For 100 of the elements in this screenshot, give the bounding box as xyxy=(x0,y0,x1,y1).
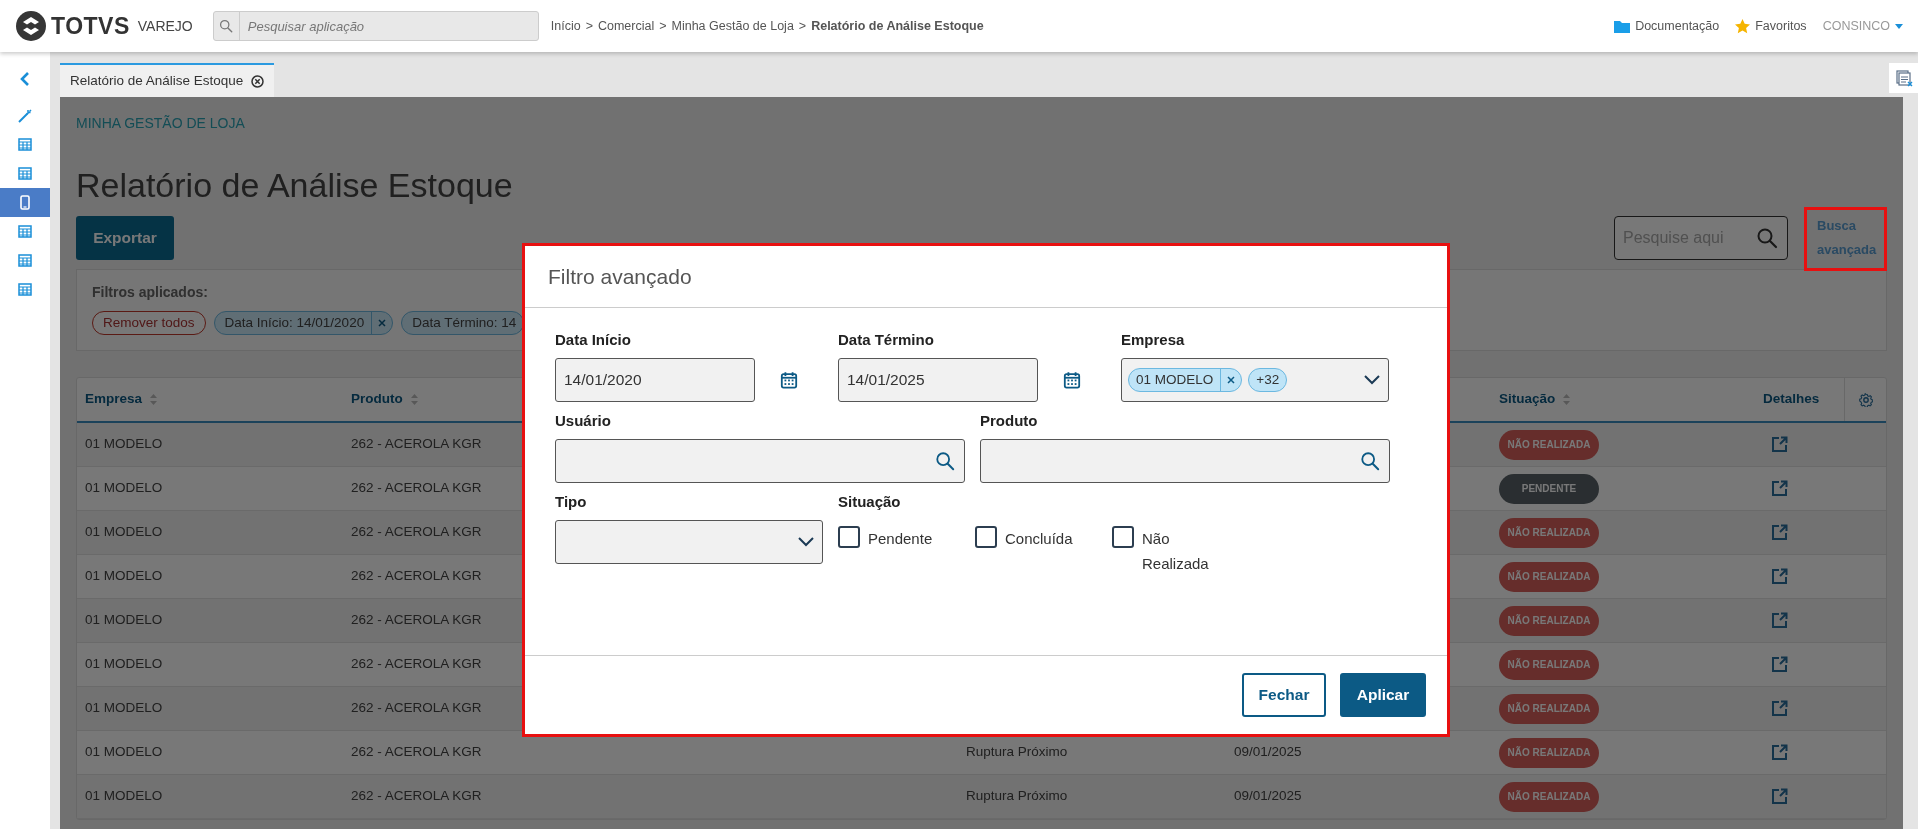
table-cell-text: 01 MODELO xyxy=(85,523,163,542)
table-cell-text: 01 MODELO xyxy=(85,479,163,498)
page-title: Relatório de Análise Estoque xyxy=(76,168,514,202)
search-field[interactable] xyxy=(980,439,1390,483)
external-link-icon[interactable] xyxy=(1771,480,1788,497)
field-label: Tipo xyxy=(555,493,588,511)
section-label: MINHA GESTÃO DE LOJA xyxy=(76,114,246,133)
external-link-icon[interactable] xyxy=(1771,788,1788,805)
apply-button[interactable]: Aplicar xyxy=(1340,673,1426,717)
table-cell-text: 01 MODELO xyxy=(85,655,163,674)
chevron-down-icon[interactable] xyxy=(1364,375,1380,385)
settings-icon[interactable] xyxy=(1858,392,1873,407)
table-icon[interactable] xyxy=(18,225,32,238)
sort-icon[interactable] xyxy=(410,394,418,405)
breadcrumb-separator: > xyxy=(585,17,593,35)
date-field[interactable]: 14/01/2020 xyxy=(555,358,755,402)
table-cell-text: 01 MODELO xyxy=(85,611,163,630)
table-cell-text: Ruptura Próximo xyxy=(966,787,1068,806)
checkbox-label[interactable]: Pendente xyxy=(868,526,933,551)
dialog-title: Filtro avançado xyxy=(525,246,1447,308)
documentation-link[interactable]: Documentação xyxy=(1614,16,1720,36)
field-label: Data Término xyxy=(838,331,935,349)
checkbox[interactable] xyxy=(975,526,997,548)
brand-name: TOTVS xyxy=(51,11,130,41)
table-cell-text: 262 - ACEROLA KGR xyxy=(351,787,482,806)
search-icon xyxy=(219,19,234,33)
sort-icon[interactable] xyxy=(1563,394,1571,405)
calendar-icon[interactable] xyxy=(780,371,798,389)
checkbox-label[interactable]: Concluída xyxy=(1005,526,1073,551)
close-icon[interactable] xyxy=(1227,376,1236,384)
selected-chip[interactable]: 01 MODELO xyxy=(1128,367,1243,393)
table-icon[interactable] xyxy=(18,254,32,267)
external-link-icon[interactable] xyxy=(1771,568,1788,585)
field-label: Empresa xyxy=(1121,331,1186,349)
table-cell-text: 262 - ACEROLA KGR xyxy=(351,743,482,762)
external-link-icon[interactable] xyxy=(1771,436,1788,453)
status-pill: NÃO REALIZADA xyxy=(1499,517,1599,548)
search-field[interactable] xyxy=(555,439,965,483)
logo-icon[interactable] xyxy=(15,10,47,42)
app-search-field[interactable]: Pesquisar aplicação xyxy=(212,11,539,41)
status-pill: PENDENTE xyxy=(1499,473,1599,504)
search-icon xyxy=(935,451,955,471)
checkbox[interactable] xyxy=(1112,526,1134,548)
checkbox-label[interactable]: Não Realizada xyxy=(1142,526,1224,576)
table-cell-text: 262 - ACEROLA KGR xyxy=(351,479,482,498)
status-pill: NÃO REALIZADA xyxy=(1499,561,1599,592)
table-cell-text: 01 MODELO xyxy=(85,743,163,762)
table-cell-text: 262 - ACEROLA KGR xyxy=(351,523,482,542)
table-cell-text: 01 MODELO xyxy=(85,435,163,454)
search-icon xyxy=(1756,227,1778,249)
table-cell-text: 01 MODELO xyxy=(85,787,163,806)
table-icon[interactable] xyxy=(18,167,32,180)
table-cell-text: Ruptura Próximo xyxy=(966,743,1068,762)
back-icon[interactable] xyxy=(20,71,30,86)
caret-icon xyxy=(1895,23,1903,29)
star-icon xyxy=(1735,18,1751,34)
field-label: Produto xyxy=(980,412,1039,430)
sort-icon[interactable] xyxy=(150,394,158,405)
chevron-down-icon[interactable] xyxy=(798,537,814,547)
table-cell-text: 01 MODELO xyxy=(85,567,163,586)
breadcrumb-item[interactable]: Início xyxy=(550,16,581,36)
table-cell-text: 262 - ACEROLA KGR xyxy=(351,567,482,586)
breadcrumb-item: Relatório de Análise Estoque xyxy=(811,17,984,35)
field-label: Usuário xyxy=(555,412,612,430)
calendar-icon[interactable] xyxy=(1063,371,1081,389)
tab[interactable]: Relatório de Análise Estoque xyxy=(60,63,275,97)
table-cell-text: 09/01/2025 xyxy=(1234,787,1302,806)
external-link-icon[interactable] xyxy=(1771,612,1788,629)
table-cell-text: 262 - ACEROLA KGR xyxy=(351,435,482,454)
table-icon[interactable] xyxy=(18,283,32,296)
search-icon xyxy=(1360,451,1380,471)
breadcrumb-separator: > xyxy=(798,17,807,35)
breadcrumb-item[interactable]: Minha Gestão de Loja xyxy=(671,16,794,36)
external-link-icon[interactable] xyxy=(1771,700,1788,717)
close-icon[interactable] xyxy=(251,74,265,88)
table-icon[interactable] xyxy=(18,138,32,151)
table-cell-text: 262 - ACEROLA KGR xyxy=(351,699,482,718)
close-button[interactable]: Fechar xyxy=(1242,673,1326,717)
sidebar-item[interactable] xyxy=(0,188,50,217)
filters-label: Filtros aplicados: xyxy=(92,283,209,302)
folder-icon xyxy=(1614,19,1631,33)
selected-chip[interactable]: +32 xyxy=(1248,367,1288,393)
table-cell-text: 09/01/2025 xyxy=(1234,743,1302,762)
external-link-icon[interactable] xyxy=(1771,744,1788,761)
brand-subtitle: VAREJO xyxy=(137,16,193,36)
type-select[interactable] xyxy=(555,520,823,564)
status-pill: NÃO REALIZADA xyxy=(1499,737,1599,768)
wand-icon[interactable] xyxy=(18,108,32,123)
mobile-icon[interactable] xyxy=(20,195,30,210)
date-field[interactable]: 14/01/2025 xyxy=(838,358,1038,402)
table-cell-text: 262 - ACEROLA KGR xyxy=(351,611,482,630)
status-pill: NÃO REALIZADA xyxy=(1499,693,1599,724)
breadcrumb-item[interactable]: Comercial xyxy=(597,16,655,36)
company-select[interactable]: 01 MODELO +32 xyxy=(1121,358,1389,402)
close-tabs-icon[interactable] xyxy=(1895,69,1913,87)
checkbox[interactable] xyxy=(838,526,860,548)
external-link-icon[interactable] xyxy=(1771,656,1788,673)
favorites-link[interactable]: Favoritos xyxy=(1735,16,1807,36)
external-link-icon[interactable] xyxy=(1771,524,1788,541)
status-pill: NÃO REALIZADA xyxy=(1499,781,1599,812)
